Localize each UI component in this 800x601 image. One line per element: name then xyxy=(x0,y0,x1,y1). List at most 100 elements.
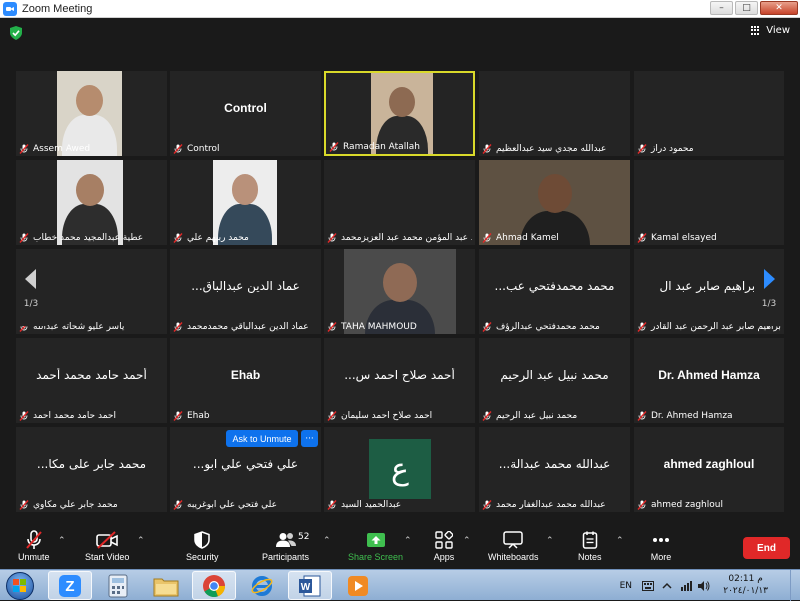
video-options-caret[interactable]: ⌃ xyxy=(137,536,145,546)
participant-tile[interactable]: Dr. Ahmed Hamza Dr. Ahmed Hamza xyxy=(634,338,784,423)
windows-start-button[interactable] xyxy=(6,572,34,600)
participant-tile[interactable]: Assem Awed xyxy=(16,71,167,156)
participant-tile[interactable]: عبدالله مجدي سيد عبدالعظيم xyxy=(479,71,630,156)
taskbar-explorer-app[interactable] xyxy=(144,571,188,600)
participant-display-name: ahmed zaghloul xyxy=(663,457,755,471)
participant-tile[interactable]: أحمد عبد المؤمن محمد عبد العزيزمحمد xyxy=(324,160,475,245)
participant-tile[interactable]: ...عبدالله محمد عبدالة عبدالله محمد عبدال… xyxy=(479,427,630,512)
more-button[interactable]: More xyxy=(650,530,672,562)
end-meeting-button[interactable]: End xyxy=(743,537,790,559)
maximize-button[interactable]: □ xyxy=(735,1,758,15)
participant-name-label: أحمد حامد محمد أحمد xyxy=(19,411,164,421)
participant-tile[interactable]: Ehab Ehab xyxy=(170,338,321,423)
participant-name-label: TAHA MAHMOUD xyxy=(327,322,472,332)
participants-options-caret[interactable]: ⌃ xyxy=(323,536,331,546)
taskbar-zoom-app[interactable]: Z xyxy=(48,571,92,600)
chevron-left-icon xyxy=(25,268,36,289)
mic-muted-icon xyxy=(329,142,339,152)
mic-muted-icon xyxy=(173,411,183,421)
participant-name-label: محمد محمدفتحي عبدالرؤف xyxy=(482,322,627,332)
whiteboards-button[interactable]: Whiteboards xyxy=(488,530,539,562)
whiteboards-options-caret[interactable]: ⌃ xyxy=(546,536,554,546)
participant-tile[interactable]: محمد ربيهم علي xyxy=(170,160,321,245)
participant-tile[interactable]: ...محمد جابر على مكا محمد جابر علي مكاوي xyxy=(16,427,167,512)
tray-expand-icon[interactable] xyxy=(662,581,672,591)
participant-tile[interactable]: Ahmad Kamel xyxy=(479,160,630,245)
mic-muted-icon xyxy=(637,233,647,243)
security-button[interactable]: Security xyxy=(186,530,219,562)
participant-tile[interactable]: ...عماد الدين عبدالباق عماد الدين عبدالبا… xyxy=(170,249,321,334)
participant-tile[interactable]: عطية عبدالمجيد محمد خطاب xyxy=(16,160,167,245)
participant-name: Ehab xyxy=(187,411,210,421)
participant-tile[interactable]: ...أحمد صلاح احمد س أحمد صلاح احمد سليمان xyxy=(324,338,475,423)
participant-tile[interactable]: أحمد حامد محمد أحمد أحمد حامد محمد أحمد xyxy=(16,338,167,423)
window-controls: – □ ✕ xyxy=(708,1,798,15)
participant-name: محمود دراز xyxy=(651,144,694,154)
participant-display-name: محمد نبيل عبد الرحيم xyxy=(500,368,609,382)
participant-name-label: ahmed zaghloul xyxy=(637,500,781,510)
participant-tile[interactable]: محمود دراز xyxy=(634,71,784,156)
participant-name: عبدالله مجدي سيد عبدالعظيم xyxy=(496,144,607,154)
meeting-toolbar: Unmute ⌃ Start Video ⌃ Security Particip… xyxy=(0,526,800,569)
participant-name: أحمد عبد المؤمن محمد عبد العزيزمحمد xyxy=(341,233,472,243)
view-label: View xyxy=(766,25,790,36)
share-screen-button[interactable]: Share Screen xyxy=(348,530,403,562)
notes-button[interactable]: Notes xyxy=(578,530,602,562)
participant-name-label: عبدالحميد السيد xyxy=(327,500,472,510)
ask-to-unmute-button[interactable]: Ask to Unmute xyxy=(226,430,298,447)
unmute-button[interactable]: Unmute xyxy=(18,530,50,562)
minimize-button[interactable]: – xyxy=(710,1,733,15)
more-label: More xyxy=(650,552,672,562)
close-button[interactable]: ✕ xyxy=(760,1,798,15)
participant-name-label: محمود دراز xyxy=(637,144,781,154)
notes-options-caret[interactable]: ⌃ xyxy=(616,536,624,546)
share-options-caret[interactable]: ⌃ xyxy=(404,536,412,546)
show-desktop-button[interactable] xyxy=(790,570,800,601)
keyboard-icon[interactable] xyxy=(642,580,654,591)
participant-name-label: Ahmad Kamel xyxy=(482,233,627,243)
mic-muted-icon xyxy=(19,500,29,510)
participant-tile[interactable]: TAHA MAHMOUD xyxy=(324,249,475,334)
participant-face xyxy=(537,174,572,214)
participant-tile[interactable]: ع عبدالحميد السيد xyxy=(324,427,475,512)
audio-options-caret[interactable]: ⌃ xyxy=(58,536,66,546)
share-screen-label: Share Screen xyxy=(348,552,404,562)
participant-name: عطية عبدالمجيد محمد خطاب xyxy=(33,233,144,243)
video-off-icon xyxy=(96,530,118,550)
grid-view-icon xyxy=(751,25,761,36)
participant-tile[interactable]: محمد نبيل عبد الرحيم محمد نبيل عبد الرحيم xyxy=(479,338,630,423)
tile-more-options-button[interactable]: ··· xyxy=(301,430,318,447)
view-button[interactable]: View xyxy=(751,25,790,36)
network-icon[interactable] xyxy=(680,580,692,591)
system-clock[interactable]: 02:11 م ٢٠٢٤/٠١/١٣ xyxy=(723,573,768,597)
taskbar-chrome-app[interactable] xyxy=(192,571,236,600)
apps-icon xyxy=(433,530,455,550)
participant-tile[interactable]: Control Control xyxy=(170,71,321,156)
prev-page-button[interactable]: 1/3 xyxy=(16,251,46,326)
apps-button[interactable]: Apps xyxy=(433,530,455,562)
participant-name-label: محمد جابر علي مكاوي xyxy=(19,500,164,510)
taskbar-ie-app[interactable] xyxy=(240,571,284,600)
mic-muted-icon xyxy=(482,144,492,154)
encryption-shield-icon[interactable] xyxy=(10,26,22,40)
participant-name: محمد محمدفتحي عبدالرؤف xyxy=(496,322,600,332)
language-indicator[interactable]: EN xyxy=(620,581,632,591)
start-video-button[interactable]: Start Video xyxy=(85,530,129,562)
participant-tile[interactable]: ahmed zaghloul ahmed zaghloul xyxy=(634,427,784,512)
taskbar-media-app[interactable] xyxy=(336,571,380,600)
taskbar-word-app[interactable]: W xyxy=(288,571,332,600)
volume-icon[interactable] xyxy=(698,580,710,591)
participant-name: أحمد حامد محمد أحمد xyxy=(33,411,116,421)
participants-icon xyxy=(275,530,297,550)
folder-icon xyxy=(153,578,179,596)
apps-label: Apps xyxy=(433,552,455,562)
taskbar-calculator-app[interactable] xyxy=(96,571,140,600)
next-page-button[interactable]: 1/3 xyxy=(754,251,784,326)
apps-options-caret[interactable]: ⌃ xyxy=(463,536,471,546)
participant-tile[interactable]: ...محمد محمدفتحي عب محمد محمدفتحي عبدالرؤ… xyxy=(479,249,630,334)
participant-tile[interactable]: Ramadan Atallah xyxy=(324,71,475,156)
participant-tile[interactable]: Kamal elsayed xyxy=(634,160,784,245)
mic-muted-icon xyxy=(327,322,337,332)
participant-name-label: Ehab xyxy=(173,411,318,421)
participant-name: عماد الدين عبدالباقي محمدمحمد xyxy=(187,322,309,332)
